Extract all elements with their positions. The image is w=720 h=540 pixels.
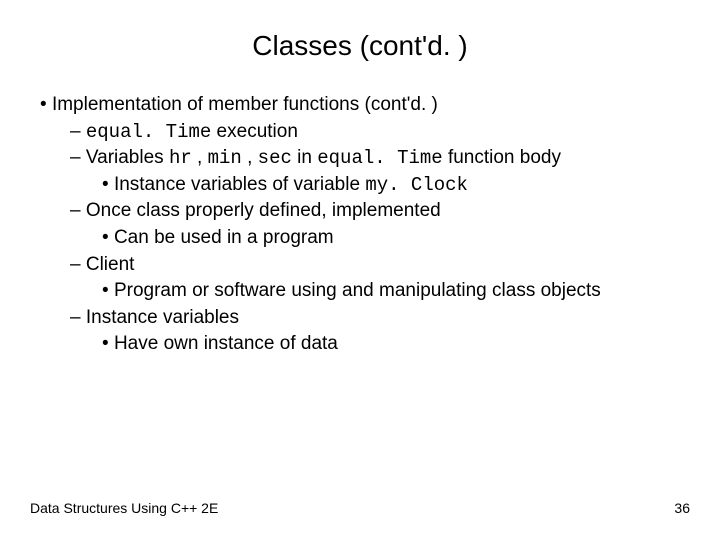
bullet-level2: Client Program or software using and man… xyxy=(70,252,690,305)
bullet-level2: Instance variables Have own instance of … xyxy=(70,305,690,358)
code-text: equal. Time xyxy=(317,147,442,169)
bullet-text: Program or software using and manipulati… xyxy=(114,280,601,301)
bullet-text: Can be used in a program xyxy=(114,227,334,248)
footer-left: Data Structures Using C++ 2E xyxy=(30,500,218,516)
code-text: hr xyxy=(169,147,192,169)
code-text: my. Clock xyxy=(365,174,468,196)
bullet-text: Have own instance of data xyxy=(114,333,338,354)
bullet-level2: Once class properly defined, implemented… xyxy=(70,198,690,251)
code-text: sec xyxy=(258,147,292,169)
bullet-text: function body xyxy=(443,147,561,168)
code-text: equal. Time xyxy=(86,121,211,143)
bullet-level3: Program or software using and manipulati… xyxy=(102,278,690,305)
slide-title: Classes (cont'd. ) xyxy=(30,30,690,62)
bullet-text: Once class properly defined, implemented xyxy=(86,200,441,221)
bullet-level2: Variables hr , min , sec in equal. Time … xyxy=(70,145,690,198)
bullet-text: Implementation of member functions (cont… xyxy=(52,94,438,115)
bullet-level3: Can be used in a program xyxy=(102,225,690,252)
bullet-text: Instance variables of variable xyxy=(114,174,365,195)
slide-footer: Data Structures Using C++ 2E 36 xyxy=(30,500,690,516)
page-number: 36 xyxy=(674,500,690,516)
bullet-level2: equal. Time execution xyxy=(70,119,690,146)
code-text: min xyxy=(208,147,242,169)
bullet-level3: Have own instance of data xyxy=(102,331,690,358)
bullet-text: , xyxy=(192,147,208,168)
bullet-text: execution xyxy=(211,121,298,142)
bullet-text: , xyxy=(242,147,258,168)
bullet-text: Instance variables xyxy=(86,307,239,328)
bullet-text: Variables xyxy=(86,147,169,168)
bullet-level3: Instance variables of variable my. Clock xyxy=(102,172,690,199)
bullet-text: in xyxy=(292,147,317,168)
bullet-level1: Implementation of member functions (cont… xyxy=(40,92,690,358)
bullet-text: Client xyxy=(86,254,135,275)
slide-content: Implementation of member functions (cont… xyxy=(30,92,690,358)
